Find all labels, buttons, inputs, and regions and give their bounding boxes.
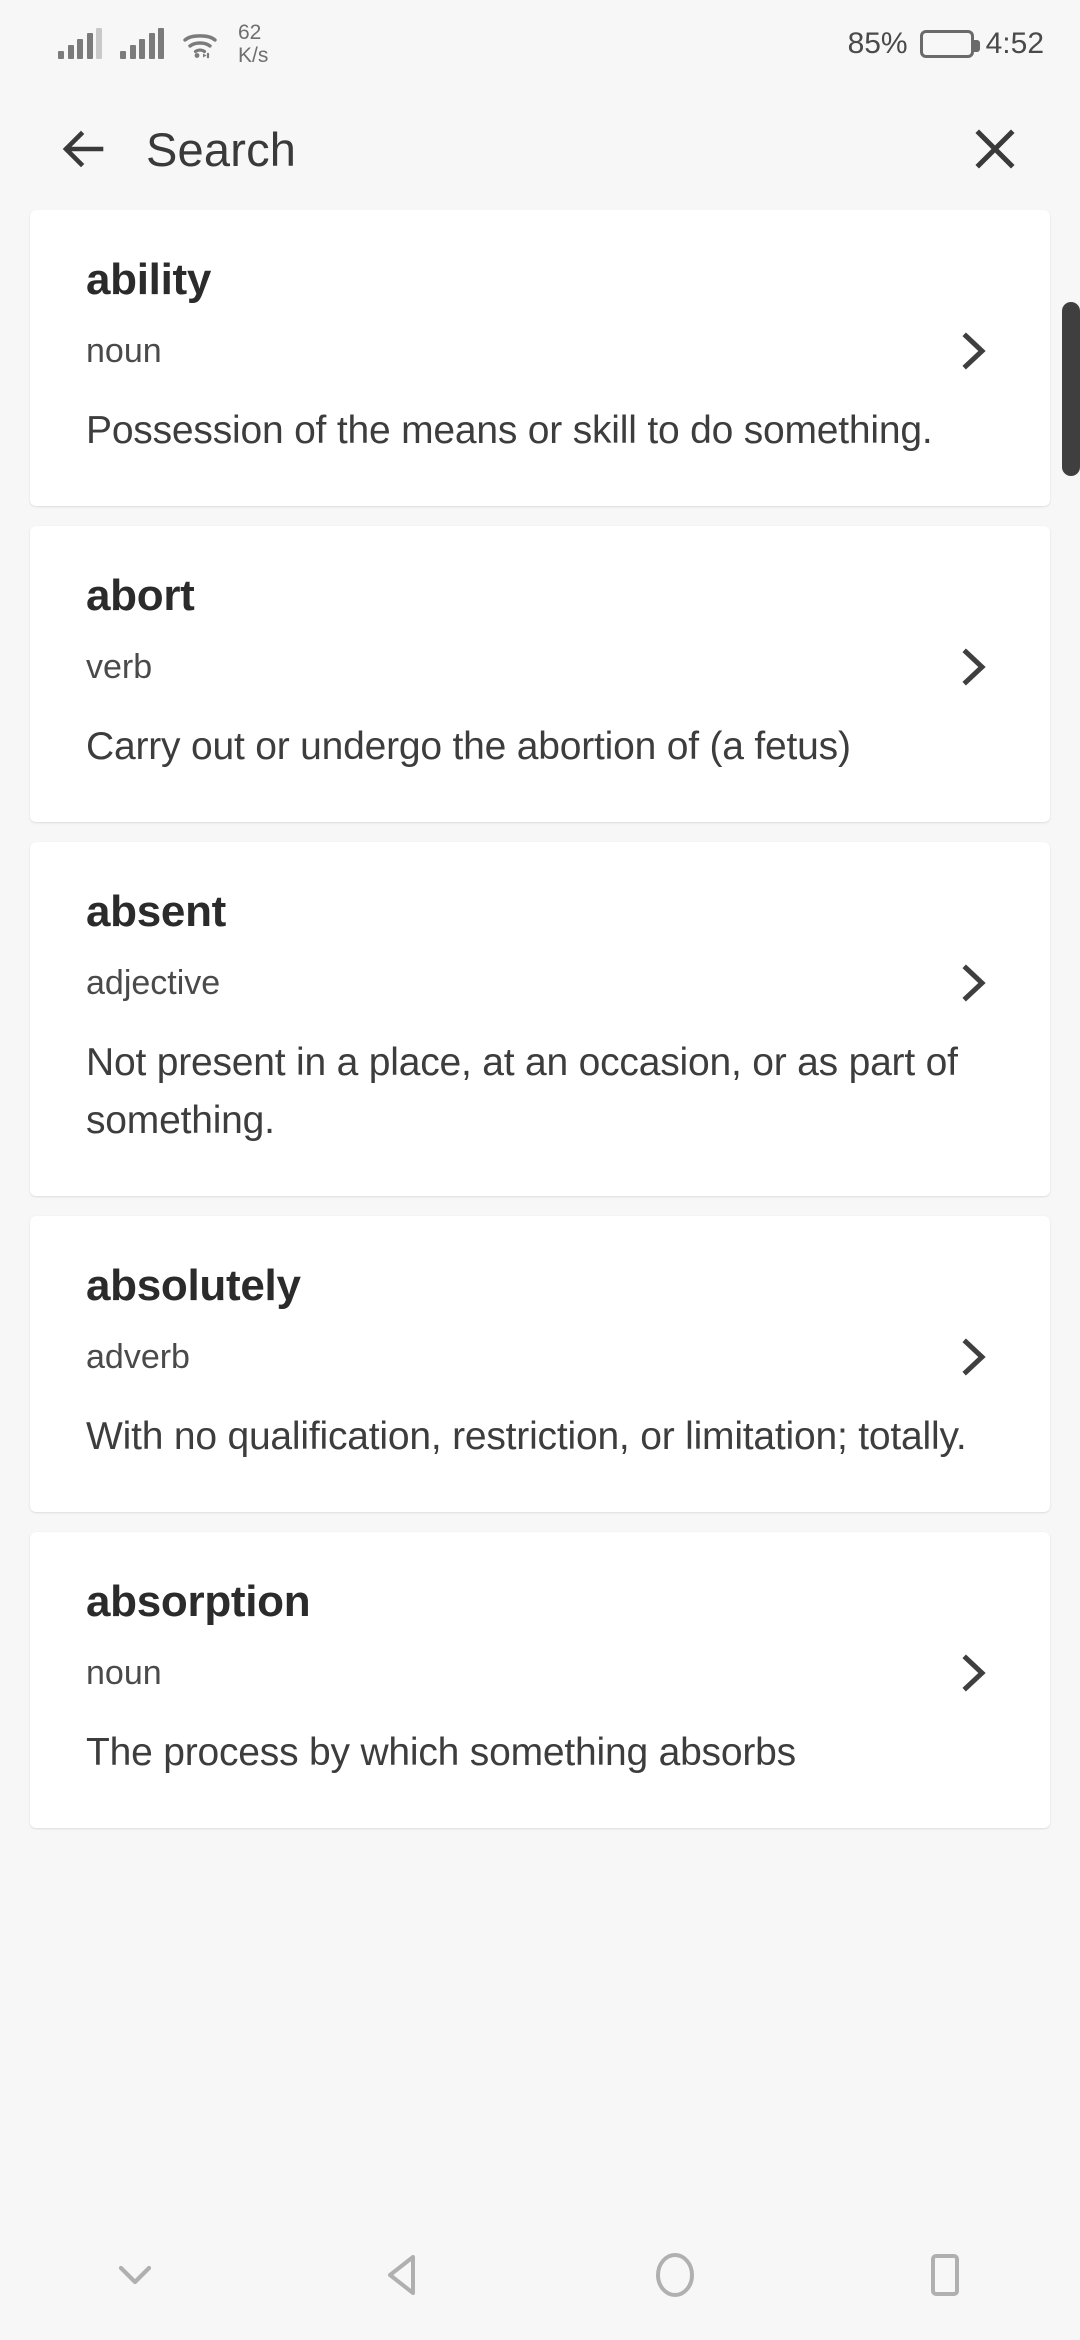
result-definition: With no qualification, restriction, or l… [86,1415,967,1458]
result-definition: Not present in a place, at an occasion, … [86,1041,958,1142]
back-triangle-icon [388,2255,415,2295]
list-item[interactable]: absent adjective Not present in a place,… [30,842,1050,1196]
result-pos-row: adjective [86,960,998,1006]
battery-percent: 85% [847,27,908,60]
close-icon [975,129,1015,169]
back-button[interactable] [46,112,120,186]
result-part-of-speech: verb [86,648,153,686]
network-speed-value: 62 [238,21,262,44]
result-definition: The process by which something absorbs [86,1731,796,1774]
chevron-right-icon[interactable] [950,1334,996,1380]
result-definition: Possession of the means or skill to do s… [86,409,933,452]
result-pos-row: noun [86,1650,998,1696]
network-speed-unit: K/s [238,44,269,67]
chevron-right-icon[interactable] [950,644,996,690]
chevron-right-icon[interactable] [950,960,996,1006]
nav-hide-keyboard-button[interactable] [0,2210,270,2340]
system-navigation-bar [0,2210,1080,2340]
page-title: Search [146,122,297,176]
status-bar: 62 K/s 85% 4:52 [0,0,1080,88]
result-part-of-speech: adverb [86,1338,190,1376]
result-part-of-speech: noun [86,332,162,370]
nav-home-button[interactable] [540,2210,810,2340]
result-word: absolutely [86,1261,301,1310]
status-bar-left: 62 K/s [58,21,268,67]
result-word: abort [86,571,195,620]
chevron-right-icon[interactable] [950,1650,996,1696]
result-definition: Carry out or undergo the abortion of (a … [86,725,851,768]
result-word: ability [86,255,212,304]
list-item[interactable]: ability noun Possession of the means or … [30,210,1050,506]
chevron-right-icon[interactable] [950,328,996,374]
result-pos-row: verb [86,644,998,690]
nav-back-button[interactable] [270,2210,540,2340]
signal-bars-icon [58,28,102,59]
close-button[interactable] [958,112,1032,186]
app-header: Search [0,88,1080,210]
result-pos-row: adverb [86,1334,998,1380]
result-part-of-speech: noun [86,1654,162,1692]
result-word: absorption [86,1577,311,1626]
wifi-icon [183,34,217,59]
search-results-list[interactable]: ability noun Possession of the means or … [0,210,1080,2210]
list-item[interactable]: absorption noun The process by which som… [30,1532,1050,1828]
back-arrow-icon [62,130,104,168]
list-item[interactable]: absolutely adverb With no qualification,… [30,1216,1050,1512]
clock: 4:52 [985,27,1044,60]
network-speed: 62 K/s [238,21,268,67]
recents-square-icon [931,2254,959,2296]
list-item[interactable]: abort verb Carry out or undergo the abor… [30,526,1050,822]
result-word: absent [86,887,227,936]
battery-icon [919,30,980,58]
result-part-of-speech: adjective [86,964,221,1002]
chevron-down-icon [118,2265,152,2285]
status-bar-right: 85% 4:52 [848,27,1044,61]
scrollbar[interactable] [1062,210,1080,2210]
home-circle-icon [656,2253,694,2297]
scrollbar-thumb[interactable] [1062,302,1080,476]
signal-bars-icon-2 [120,28,164,59]
result-pos-row: noun [86,328,998,374]
nav-recents-button[interactable] [810,2210,1080,2340]
